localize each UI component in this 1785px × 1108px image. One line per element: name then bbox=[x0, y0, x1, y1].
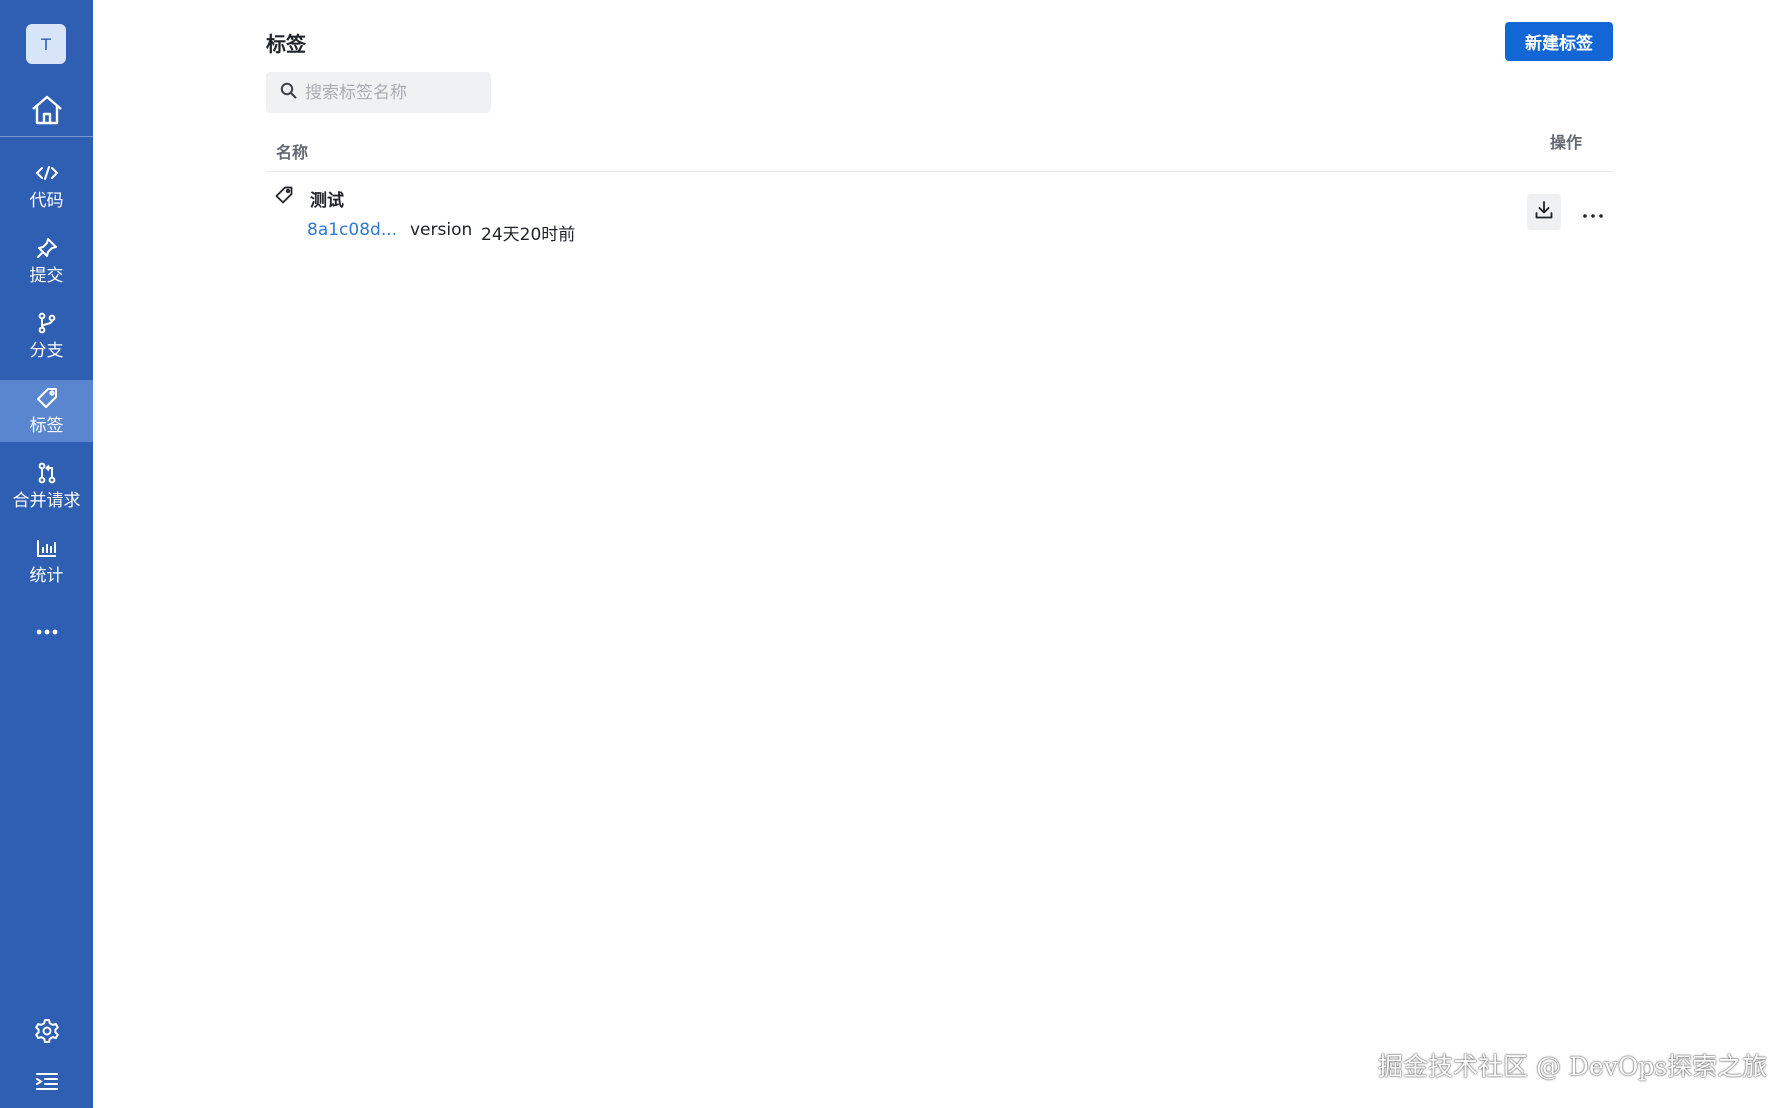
table-row: 测试 8a1c08d... version 24天20时前 bbox=[266, 172, 1613, 250]
tag-name[interactable]: 测试 bbox=[310, 186, 344, 211]
gear-icon bbox=[34, 1018, 60, 1048]
sidebar: T 代码 提交 分支 标签 合并请求 统计 bbox=[0, 0, 93, 1108]
search-input[interactable] bbox=[305, 82, 485, 103]
sidebar-item-merge-requests[interactable]: 合并请求 bbox=[0, 455, 93, 517]
column-header-name: 名称 bbox=[276, 143, 309, 162]
home-icon bbox=[30, 94, 64, 130]
search-icon bbox=[280, 82, 297, 103]
ellipsis-icon bbox=[1583, 203, 1603, 222]
stats-icon bbox=[36, 537, 58, 559]
more-menu-button[interactable] bbox=[0, 614, 93, 644]
sidebar-divider bbox=[0, 136, 93, 137]
sidebar-item-label: 标签 bbox=[29, 415, 64, 436]
tag-icon bbox=[275, 186, 293, 208]
commit-hash-link[interactable]: 8a1c08d... bbox=[307, 220, 397, 240]
merge-request-icon bbox=[37, 462, 57, 484]
sidebar-item-stats[interactable]: 统计 bbox=[0, 530, 93, 592]
page-title: 标签 bbox=[266, 32, 306, 56]
sidebar-item-branches[interactable]: 分支 bbox=[0, 305, 93, 367]
watermark: 掘金技术社区 @ DevOps探索之旅 bbox=[1378, 1052, 1768, 1081]
sidebar-item-commits[interactable]: 提交 bbox=[0, 230, 93, 292]
ellipsis-icon bbox=[36, 620, 58, 639]
sidebar-item-label: 合并请求 bbox=[12, 490, 81, 511]
sidebar-item-code[interactable]: 代码 bbox=[0, 155, 93, 217]
search-box[interactable] bbox=[266, 72, 491, 113]
new-tag-button[interactable]: 新建标签 bbox=[1505, 22, 1613, 61]
row-more-button[interactable] bbox=[1576, 194, 1610, 230]
tag-message: version bbox=[410, 220, 473, 240]
sidebar-item-label: 分支 bbox=[29, 340, 64, 361]
pin-icon bbox=[36, 237, 58, 259]
sidebar-item-label: 提交 bbox=[29, 265, 64, 286]
collapse-sidebar-button[interactable] bbox=[0, 1063, 93, 1103]
sidebar-item-label: 代码 bbox=[29, 190, 64, 211]
tag-time: 24天20时前 bbox=[481, 225, 576, 245]
settings-button[interactable] bbox=[0, 1013, 93, 1053]
branch-icon bbox=[37, 312, 57, 334]
code-icon bbox=[35, 162, 59, 184]
sidebar-item-label: 统计 bbox=[29, 565, 64, 586]
download-icon bbox=[1534, 200, 1554, 224]
download-button[interactable] bbox=[1527, 194, 1561, 230]
collapse-menu-icon bbox=[35, 1071, 59, 1095]
column-header-action: 操作 bbox=[1550, 133, 1583, 152]
avatar[interactable]: T bbox=[26, 24, 66, 64]
home-button[interactable] bbox=[0, 88, 93, 136]
sidebar-item-tags[interactable]: 标签 bbox=[0, 380, 93, 442]
tag-icon bbox=[36, 387, 58, 409]
